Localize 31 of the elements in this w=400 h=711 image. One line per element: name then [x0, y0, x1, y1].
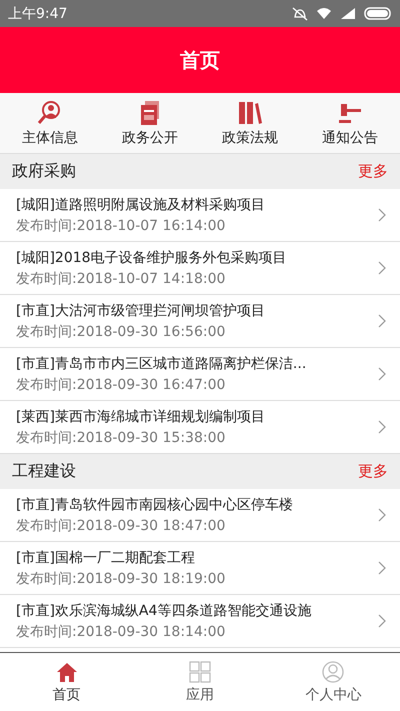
- battery-icon: [364, 7, 392, 20]
- section-title: 政府采购: [12, 161, 76, 182]
- tab[interactable]: 应用: [133, 653, 267, 711]
- grid-icon: [188, 660, 211, 682]
- chevron-right-icon: [378, 614, 386, 628]
- chevron-right-icon: [378, 561, 386, 575]
- chevron-right-icon: [378, 367, 386, 381]
- signal-icon: [340, 7, 356, 20]
- document-icon: [138, 100, 162, 126]
- section-title: 工程建设: [12, 461, 76, 482]
- status-time: 上午9:47: [8, 4, 68, 22]
- books-icon: [237, 100, 263, 126]
- tab[interactable]: 个人中心: [266, 653, 400, 711]
- nav-shortcut[interactable]: 通知公告: [300, 93, 400, 153]
- page-title: 首页: [180, 46, 220, 74]
- nav-shortcut[interactable]: 政策法规: [200, 93, 300, 153]
- chevron-right-icon: [378, 420, 386, 434]
- chevron-right-icon: [378, 508, 386, 522]
- home-icon: [56, 660, 78, 682]
- chevron-right-icon: [378, 314, 386, 328]
- nav-shortcut[interactable]: 主体信息: [0, 93, 100, 153]
- mute-icon: [292, 6, 308, 20]
- tab[interactable]: 首页: [0, 653, 134, 711]
- user-icon: [322, 660, 344, 682]
- magnifier-person-icon: [37, 100, 63, 126]
- chevron-right-icon: [378, 208, 386, 222]
- wifi-icon: [316, 7, 332, 20]
- more-link[interactable]: 更多: [358, 462, 388, 481]
- nav-shortcut[interactable]: 政务公开: [100, 93, 200, 153]
- chevron-right-icon: [378, 261, 386, 275]
- more-link[interactable]: 更多: [358, 162, 388, 181]
